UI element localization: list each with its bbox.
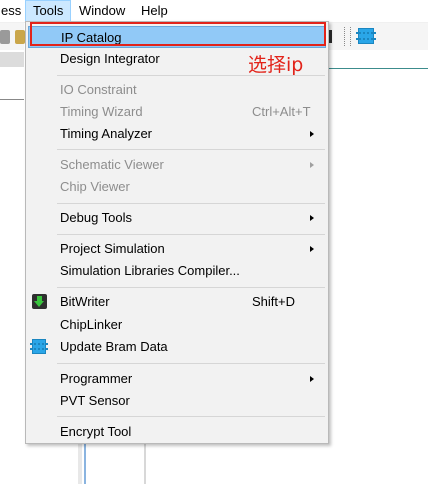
panel-edge-part <box>78 443 82 484</box>
panel-edge <box>78 443 148 484</box>
menu-item-label: BitWriter <box>60 294 110 309</box>
submenu-arrow-icon <box>310 131 314 137</box>
menu-item-label: Encrypt Tool <box>60 424 132 439</box>
menu-tools[interactable]: Tools <box>25 0 72 22</box>
menu-bar: ess Tools Window Help <box>0 0 428 23</box>
menu-item-encrypt-tool[interactable]: Encrypt Tool <box>28 421 326 443</box>
panel-edge-part <box>144 443 146 484</box>
menu-item-chiplinker[interactable]: ChipLinker <box>28 314 326 336</box>
menu-item-programmer[interactable]: Programmer <box>28 368 326 390</box>
submenu-arrow-icon <box>310 215 314 221</box>
annotation-text: 选择ip <box>248 54 304 76</box>
menu-item-debug-tools[interactable]: Debug Tools <box>28 207 326 229</box>
menu-item-bitwriter[interactable]: BitWriter Shift+D <box>28 291 326 313</box>
menu-window[interactable]: Window <box>72 0 132 22</box>
menu-item-timing-analyzer[interactable]: Timing Analyzer <box>28 123 326 145</box>
menu-separator <box>57 149 325 150</box>
menu-separator <box>57 363 325 364</box>
menu-item-io-constraint[interactable]: IO Constraint <box>28 79 326 101</box>
menu-process[interactable]: ess <box>0 0 28 22</box>
toolbar-separator <box>350 27 353 46</box>
menu-item-label: Update Bram Data <box>60 339 168 354</box>
tab-strip <box>326 52 428 69</box>
submenu-arrow-icon <box>310 162 314 168</box>
toolbar-pencil-icon[interactable] <box>15 30 25 44</box>
menu-item-update-bram-data[interactable]: Update Bram Data <box>28 336 326 358</box>
menu-item-label: ChipLinker <box>60 317 123 332</box>
submenu-arrow-icon <box>310 246 314 252</box>
menu-item-label: Programmer <box>60 371 133 386</box>
menu-item-label: Debug Tools <box>60 210 133 225</box>
menu-item-shortcut: Shift+D <box>252 294 295 309</box>
menu-separator <box>57 203 325 204</box>
menu-item-chip-viewer[interactable]: Chip Viewer <box>28 176 326 198</box>
annotation-highlight-box <box>30 22 326 46</box>
divider <box>0 99 24 100</box>
menu-item-label: Timing Analyzer <box>60 126 152 141</box>
menu-item-project-simulation[interactable]: Project Simulation <box>28 238 326 260</box>
menu-separator <box>57 234 325 235</box>
menu-item-label: Chip Viewer <box>60 179 130 194</box>
menu-item-schematic-viewer[interactable]: Schematic Viewer <box>28 154 326 176</box>
menu-item-label: PVT Sensor <box>60 393 130 408</box>
menu-item-label: Design Integrator <box>60 51 160 66</box>
bitwriter-icon <box>32 294 47 309</box>
menu-item-label: Project Simulation <box>60 241 165 256</box>
menu-item-label: Simulation Libraries Compiler... <box>60 263 240 278</box>
menu-item-shortcut: Ctrl+Alt+T <box>252 104 311 119</box>
menu-item-label: IO Constraint <box>60 82 137 97</box>
chip-icon <box>30 339 48 354</box>
left-panel-header <box>0 52 24 67</box>
menu-separator <box>57 416 325 417</box>
chip-icon[interactable] <box>356 28 376 44</box>
menu-item-pvt-sensor[interactable]: PVT Sensor <box>28 390 326 412</box>
left-panel <box>0 52 24 484</box>
tools-dropdown-menu: IP Catalog Design Integrator IO Constrai… <box>25 21 329 444</box>
menu-item-label: Timing Wizard <box>60 104 143 119</box>
menu-item-simulation-libraries-compiler[interactable]: Simulation Libraries Compiler... <box>28 260 326 282</box>
toolbar-icon[interactable] <box>0 30 10 44</box>
toolbar-separator <box>344 27 347 46</box>
menu-item-label: Schematic Viewer <box>60 157 164 172</box>
panel-edge-part <box>84 443 86 484</box>
submenu-arrow-icon <box>310 376 314 382</box>
menu-item-timing-wizard[interactable]: Timing Wizard Ctrl+Alt+T <box>28 101 326 123</box>
toolbar <box>326 23 428 50</box>
menu-separator <box>57 287 325 288</box>
menu-help[interactable]: Help <box>134 0 175 22</box>
